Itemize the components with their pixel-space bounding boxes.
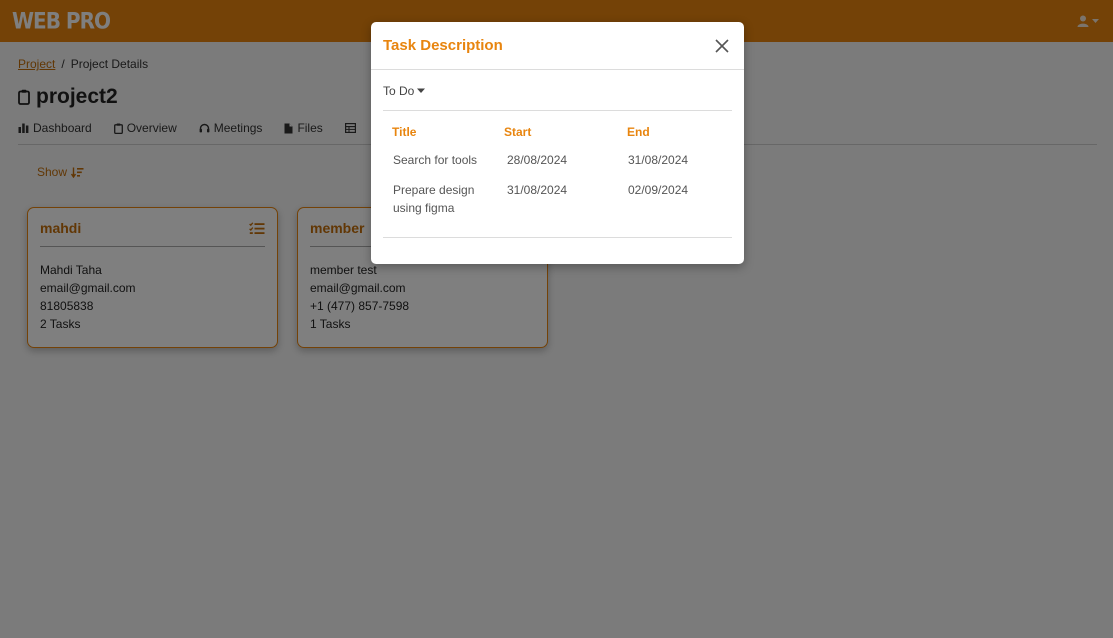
table-row[interactable]: Search for tools 28/08/2024 31/08/2024 [383,151,732,169]
task-start: 31/08/2024 [507,183,568,197]
task-table: Title Start End Search for tools 28/08/2… [383,111,732,238]
column-start: Start [504,125,532,139]
column-end: End [627,125,650,139]
caret-down-icon [417,88,426,93]
status-dropdown[interactable]: To Do [383,84,732,111]
table-row[interactable]: Prepare design using figma 31/08/2024 02… [383,181,732,217]
task-title: Prepare design using figma [393,183,475,215]
table-header: Title Start End [383,125,732,139]
task-end: 31/08/2024 [628,153,689,167]
column-title: Title [392,125,417,139]
close-icon [715,38,729,53]
close-button[interactable] [712,36,732,56]
task-start: 28/08/2024 [507,153,568,167]
status-label: To Do [383,84,415,98]
task-title: Search for tools [393,153,478,167]
task-description-modal: Task Description To Do Title Start End S… [371,22,744,264]
modal-header: Task Description [371,22,744,70]
task-end: 02/09/2024 [628,183,689,197]
modal-title: Task Description [383,37,503,54]
